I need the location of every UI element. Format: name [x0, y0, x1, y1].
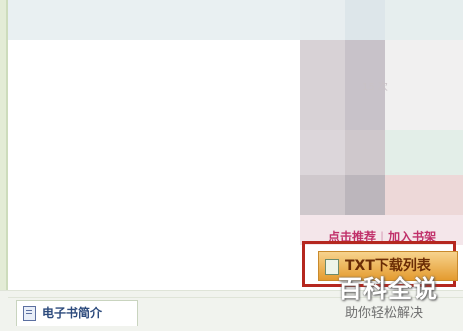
read-count-text: 15 次: [362, 82, 388, 93]
watermark-slogan: 助你轻松解决: [345, 306, 424, 321]
watermark: 百科全说 助你轻松解决: [333, 266, 463, 330]
left-rail: [0, 0, 8, 330]
content-area: [8, 40, 300, 290]
book-icon: [23, 306, 36, 321]
tab-ebook-intro-label: 电子书简介: [42, 306, 103, 320]
watermark-brand: 百科全说: [338, 275, 438, 303]
tab-ebook-intro[interactable]: 电子书简介: [16, 300, 138, 326]
